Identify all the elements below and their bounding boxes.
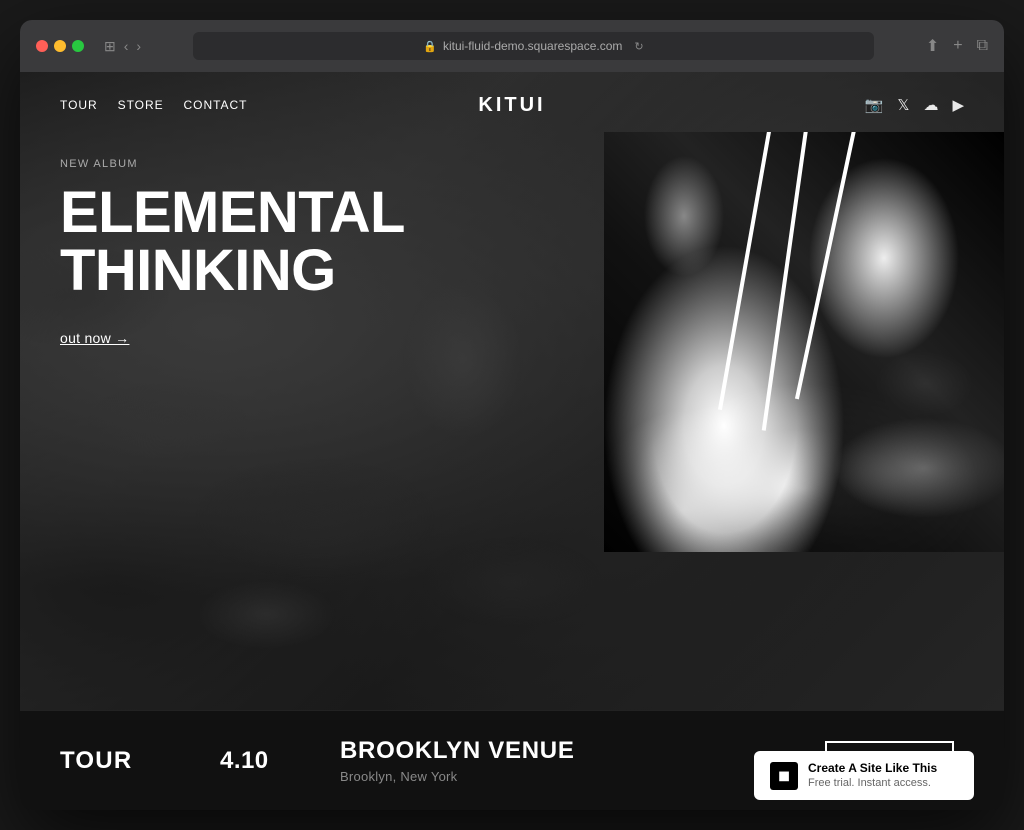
share-icon[interactable]: ⬆ (926, 36, 939, 56)
squarespace-logo-mark: ◼ (778, 767, 790, 784)
nav-left: TOUR STORE CONTACT (60, 98, 247, 112)
soundcloud-icon[interactable]: ☁ (923, 96, 938, 114)
squarespace-logo: ◼ (770, 762, 798, 790)
browser-chrome: ⊞ ‹ › 🔒 kitui-fluid-demo.squarespace.com… (20, 20, 1004, 72)
tour-label: TOUR (60, 747, 220, 775)
address-bar[interactable]: 🔒 kitui-fluid-demo.squarespace.com ↻ (193, 32, 874, 60)
fluid-texture (604, 132, 1004, 552)
traffic-lights (36, 40, 84, 52)
url-text: kitui-fluid-demo.squarespace.com (443, 39, 622, 53)
back-button[interactable]: ‹ (124, 38, 129, 54)
hero-section: TOUR STORE CONTACT KITUI 📷 𝕏 ☁ ▶ (20, 72, 1004, 710)
tour-location: Brooklyn, New York (340, 769, 825, 784)
squarespace-subtitle: Free trial. Instant access. (808, 776, 937, 790)
new-tab-icon[interactable]: + (953, 37, 962, 55)
youtube-icon[interactable]: ▶ (952, 96, 964, 114)
out-now-link[interactable]: out now → (60, 330, 129, 346)
tour-venue-block: BROOKLYN VENUE Brooklyn, New York (340, 737, 825, 784)
tabs-icon[interactable]: ⧉ (977, 37, 988, 55)
tour-date: 4.10 (220, 747, 340, 775)
squarespace-badge[interactable]: ◼ Create A Site Like This Free trial. In… (754, 751, 974, 800)
browser-window: ⊞ ‹ › 🔒 kitui-fluid-demo.squarespace.com… (20, 20, 1004, 810)
squarespace-text-block: Create A Site Like This Free trial. Inst… (808, 761, 937, 790)
nav-contact[interactable]: CONTACT (184, 98, 248, 112)
refresh-icon: ↻ (634, 40, 643, 53)
browser-actions: ⬆ + ⧉ (926, 36, 988, 56)
tour-bar: TOUR 4.10 BROOKLYN VENUE Brooklyn, New Y… (20, 710, 1004, 810)
minimize-button[interactable] (54, 40, 66, 52)
site-content: TOUR STORE CONTACT KITUI 📷 𝕏 ☁ ▶ (20, 72, 1004, 810)
site-logo[interactable]: KITUI (478, 94, 545, 117)
close-button[interactable] (36, 40, 48, 52)
maximize-button[interactable] (72, 40, 84, 52)
window-icon[interactable]: ⊞ (104, 38, 116, 55)
album-art-image (604, 132, 1004, 552)
twitter-icon[interactable]: 𝕏 (897, 96, 909, 114)
nav-tour[interactable]: TOUR (60, 98, 98, 112)
social-icons: 📷 𝕏 ☁ ▶ (865, 96, 964, 114)
instagram-icon[interactable]: 📷 (865, 96, 884, 114)
tour-venue: BROOKLYN VENUE (340, 737, 825, 765)
forward-button[interactable]: › (136, 38, 141, 54)
lock-icon: 🔒 (423, 40, 437, 53)
navigation: TOUR STORE CONTACT KITUI 📷 𝕏 ☁ ▶ (20, 72, 1004, 138)
album-art (604, 132, 1004, 552)
squarespace-title: Create A Site Like This (808, 761, 937, 775)
nav-store[interactable]: STORE (118, 98, 164, 112)
browser-controls: ⊞ ‹ › (104, 38, 141, 55)
